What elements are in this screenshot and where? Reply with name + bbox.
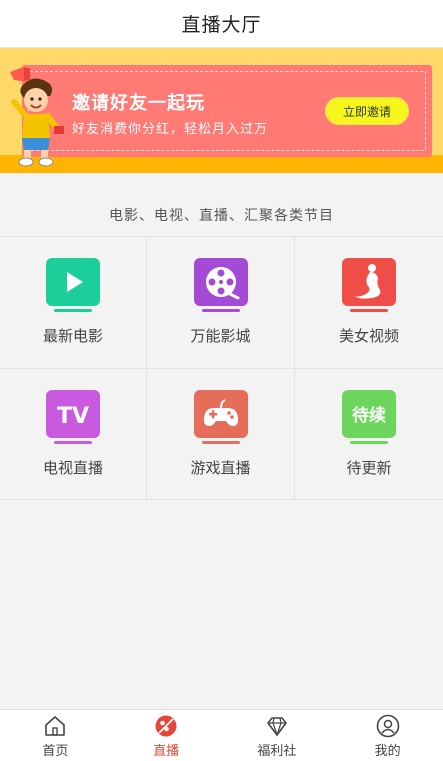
page-title: 直播大厅 xyxy=(181,14,262,36)
user-icon xyxy=(376,714,399,738)
play-icon xyxy=(46,258,100,312)
home-icon xyxy=(45,716,66,736)
pending-icon: 待续 xyxy=(342,390,396,444)
svg-text:TV: TV xyxy=(57,404,89,429)
tab-label: 福利社 xyxy=(257,744,297,759)
tab-home[interactable]: 首页 xyxy=(0,710,111,761)
grid-item-label: 最新电影 xyxy=(42,327,103,345)
bottom-tab-bar: 首页 直播 福利社 我的 xyxy=(0,709,443,761)
grid-item-label: 电视直播 xyxy=(42,459,103,477)
grid-item-beauty-videos[interactable]: 美女视频 xyxy=(295,237,443,369)
grid-item-label: 万能影城 xyxy=(190,327,251,345)
app-header: 直播大厅 xyxy=(0,0,443,48)
tab-welfare[interactable]: 福利社 xyxy=(222,710,333,761)
grid-item-label: 美女视频 xyxy=(338,327,399,345)
tab-label: 首页 xyxy=(42,744,69,759)
mascot-illustration xyxy=(10,66,64,167)
lady-silhouette-icon xyxy=(342,258,396,312)
svg-text:待续: 待续 xyxy=(352,405,386,426)
film-reel-icon xyxy=(193,258,248,312)
tab-mine[interactable]: 我的 xyxy=(332,710,443,761)
section-caption: 电影、电视、直播、汇聚各类节目 xyxy=(109,208,334,224)
grid-item-label: 游戏直播 xyxy=(190,459,251,477)
tab-live[interactable]: 直播 xyxy=(111,710,222,761)
diamond-icon xyxy=(267,717,287,737)
grid-item-coming-soon[interactable]: 待续 待更新 xyxy=(295,369,443,501)
grid-item-tv-live[interactable]: TV 电视直播 xyxy=(0,369,147,501)
tab-label: 直播 xyxy=(153,744,180,759)
grid-item-game-live[interactable]: 游戏直播 xyxy=(147,369,295,501)
grid-item-latest-movies[interactable]: 最新电影 xyxy=(0,237,147,369)
banner-card[interactable]: 邀请好友一起玩 好友消费你分红，轻松月入过万 立即邀请 xyxy=(22,65,432,157)
banner-title: 邀请好友一起玩 xyxy=(72,93,205,114)
tv-icon: TV xyxy=(46,390,100,444)
gamepad-icon xyxy=(193,390,248,444)
tab-label: 我的 xyxy=(374,744,401,759)
banner-subtitle: 好友消费你分红，轻松月入过万 xyxy=(72,122,269,137)
invite-now-button[interactable]: 立即邀请 xyxy=(325,97,409,125)
grid-item-label: 待更新 xyxy=(346,459,392,477)
invite-banner[interactable]: 邀请好友一起玩 好友消费你分红，轻松月入过万 立即邀请 xyxy=(0,48,443,173)
channel-grid: 最新电影 万能影城 美女视频 TV 电视直播 游戏直播 待续 待更新 xyxy=(0,236,443,501)
live-icon xyxy=(155,715,177,737)
grid-item-universal-cinema[interactable]: 万能影城 xyxy=(147,237,295,369)
